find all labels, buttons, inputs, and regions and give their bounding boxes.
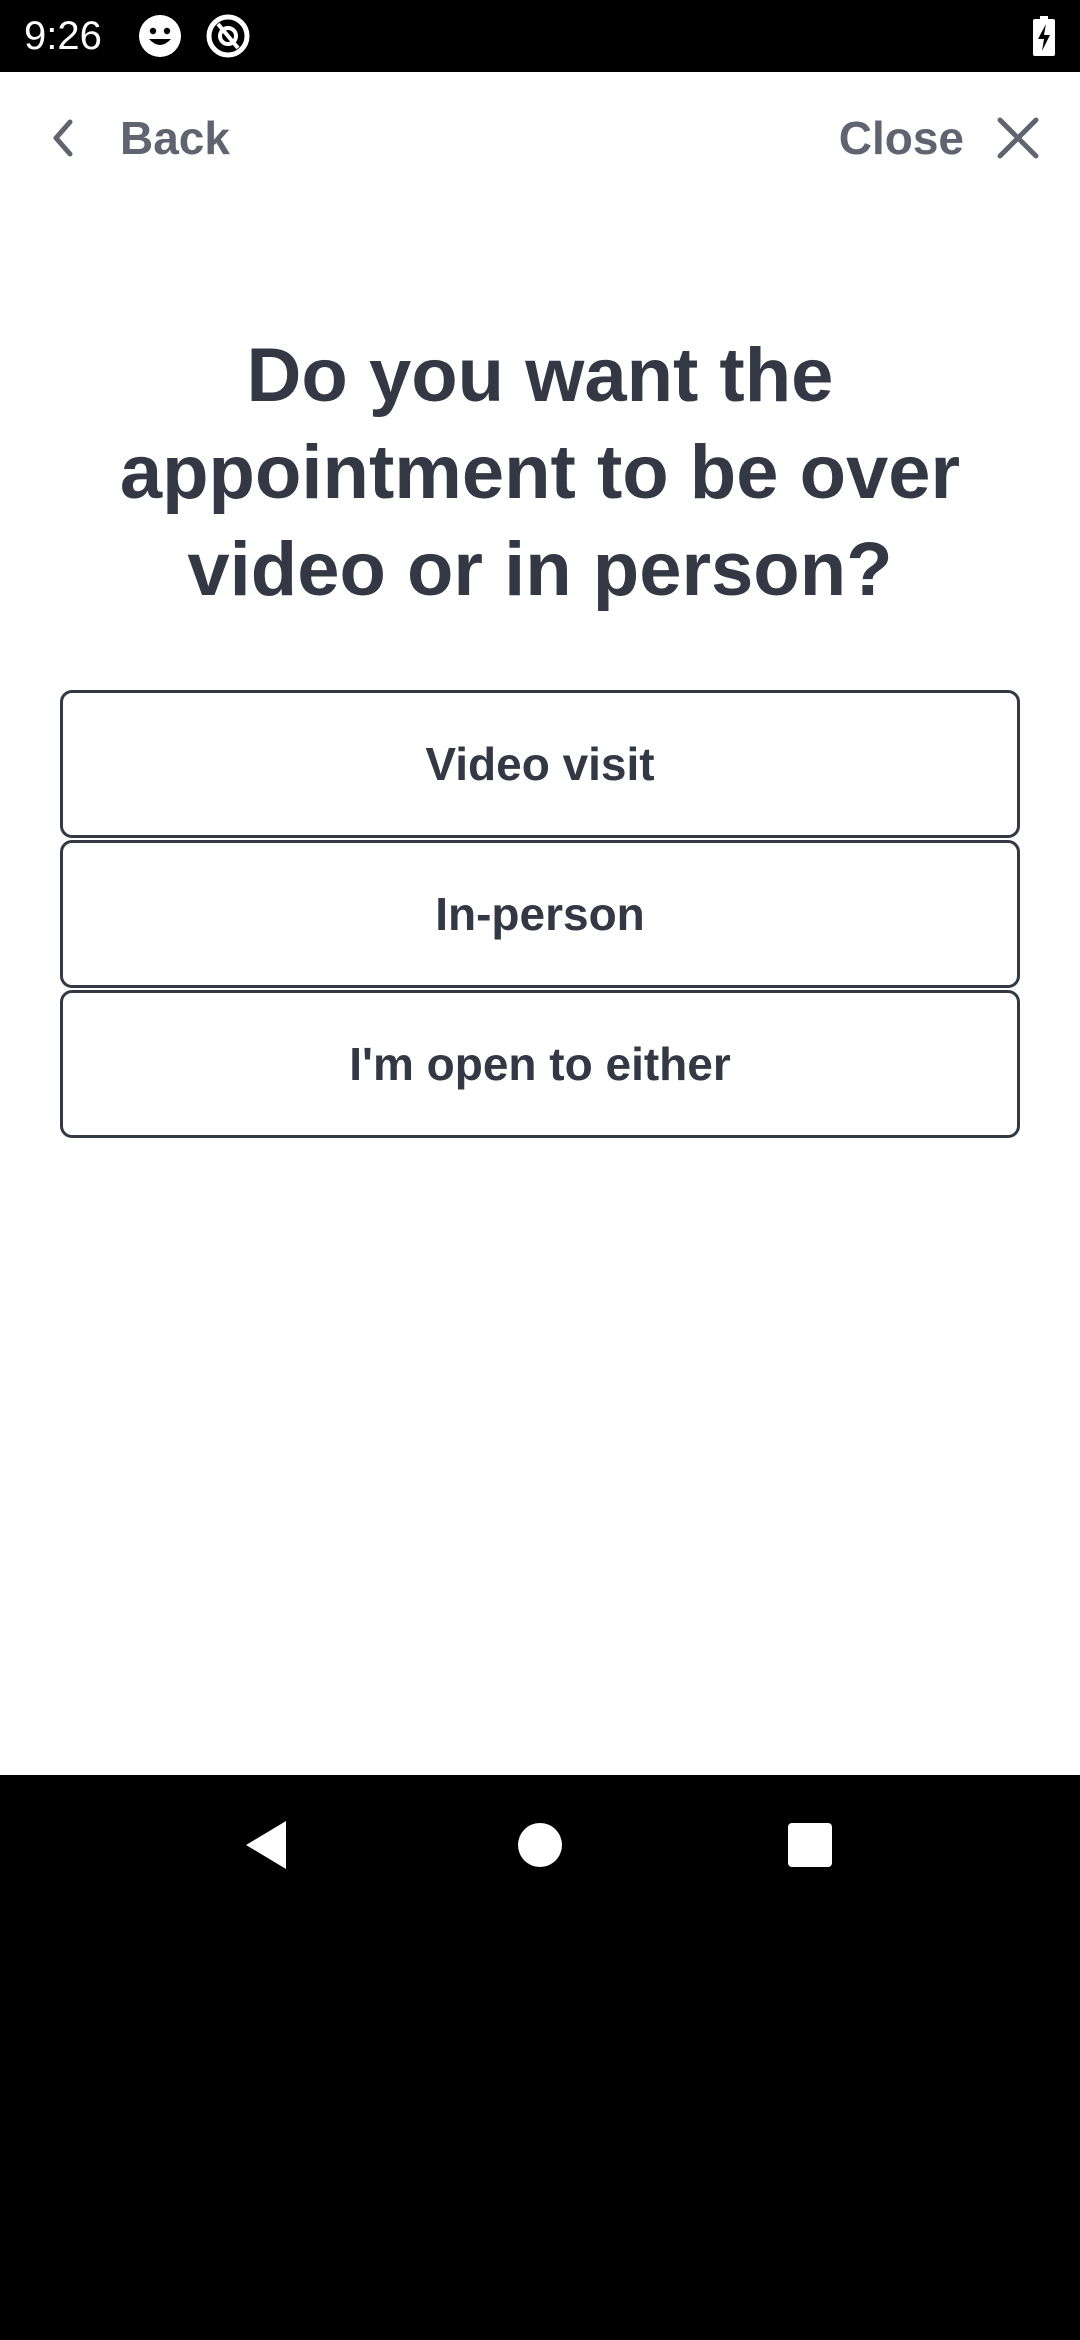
close-icon [992, 112, 1044, 164]
battery-charging-icon [1020, 12, 1068, 60]
option-label: I'm open to either [349, 1038, 731, 1090]
back-label: Back [120, 112, 230, 164]
options-list: Video visit In-person I'm open to either [60, 690, 1020, 1140]
chevron-left-icon [40, 114, 88, 162]
screen: Back Close Do you want the appointment t… [0, 72, 1080, 1775]
back-button[interactable]: Back [40, 102, 230, 174]
top-bar: Back Close [0, 72, 1080, 202]
status-time: 9:26 [24, 14, 102, 58]
question-heading: Do you want the appointment to be over v… [119, 333, 961, 612]
option-label: Video visit [425, 738, 655, 790]
option-open-to-either[interactable]: I'm open to either [60, 990, 1020, 1138]
option-video-visit[interactable]: Video visit [60, 690, 1020, 838]
nav-recents-icon[interactable] [778, 1813, 842, 1877]
smiley-icon [136, 12, 184, 60]
close-button[interactable]: Close [839, 102, 1044, 174]
option-in-person[interactable]: In-person [60, 840, 1020, 988]
option-label: In-person [435, 888, 645, 940]
nav-home-icon[interactable] [508, 1813, 572, 1877]
close-label: Close [838, 112, 964, 164]
status-bar: 9:26 [0, 0, 1080, 72]
assistant-icon [204, 12, 252, 60]
navigation-bar [0, 1775, 1080, 1915]
nav-back-icon[interactable] [236, 1813, 300, 1877]
